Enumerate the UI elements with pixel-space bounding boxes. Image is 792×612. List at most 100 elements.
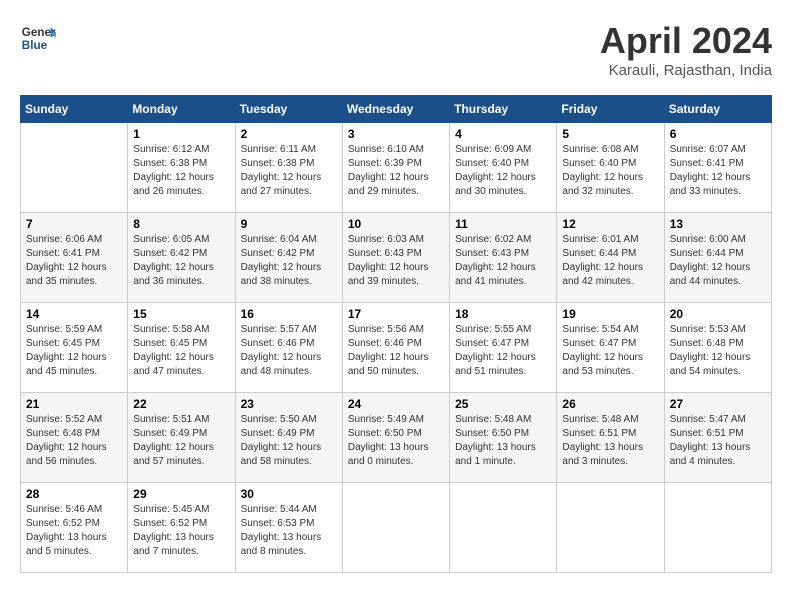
calendar-cell: 23Sunrise: 5:50 AMSunset: 6:49 PMDayligh… (235, 393, 342, 483)
calendar-table: SundayMondayTuesdayWednesdayThursdayFrid… (20, 95, 772, 573)
weekday-header-wednesday: Wednesday (342, 96, 449, 123)
calendar-cell: 29 Sunrise: 5:45 AMSunset: 6:52 PMDayligh… (128, 483, 235, 573)
day-info: Sunrise: 5:58 AMSunset: 6:45 PMDaylight:… (133, 323, 229, 379)
calendar-cell (342, 483, 449, 573)
logo: General Blue (20, 20, 56, 56)
day-number: 12 (562, 217, 658, 231)
calendar-week-3: 14Sunrise: 5:59 AMSunset: 6:45 PMDayligh… (21, 303, 772, 393)
calendar-cell: 15Sunrise: 5:58 AMSunset: 6:45 PMDayligh… (128, 303, 235, 393)
day-number: 20 (670, 307, 766, 321)
calendar-cell (557, 483, 664, 573)
calendar-cell: 22Sunrise: 5:51 AMSunset: 6:49 PMDayligh… (128, 393, 235, 483)
day-number: 8 (133, 217, 229, 231)
day-info: Sunrise: 6:07 AMSunset: 6:41 PMDaylight:… (670, 143, 766, 199)
day-number: 4 (455, 127, 551, 141)
calendar-cell: 13Sunrise: 6:00 AMSunset: 6:44 PMDayligh… (664, 213, 771, 303)
calendar-cell: 14Sunrise: 5:59 AMSunset: 6:45 PMDayligh… (21, 303, 128, 393)
weekday-header-monday: Monday (128, 96, 235, 123)
title-block: April 2024 Karauli, Rajasthan, India (600, 20, 772, 79)
calendar-cell: 4 Sunrise: 6:09 AMSunset: 6:40 PMDaylight… (450, 123, 557, 213)
calendar-cell: 30 Sunrise: 5:44 AMSunset: 6:53 PMDayligh… (235, 483, 342, 573)
calendar-cell: 2 Sunrise: 6:11 AMSunset: 6:38 PMDaylight… (235, 123, 342, 213)
page-header: General Blue April 2024 Karauli, Rajasth… (20, 20, 772, 79)
day-info: Sunrise: 5:47 AMSunset: 6:51 PMDaylight:… (670, 413, 766, 469)
day-number: 6 (670, 127, 766, 141)
day-info: Sunrise: 6:11 AMSunset: 6:38 PMDaylight:… (241, 143, 337, 199)
day-info: Sunrise: 5:44 AMSunset: 6:53 PMDaylight:… (241, 503, 337, 559)
day-info: Sunrise: 5:54 AMSunset: 6:47 PMDaylight:… (562, 323, 658, 379)
calendar-cell: 25 Sunrise: 5:48 AMSunset: 6:50 PMDayligh… (450, 393, 557, 483)
weekday-header-row: SundayMondayTuesdayWednesdayThursdayFrid… (21, 96, 772, 123)
day-number: 2 (241, 127, 337, 141)
day-number: 22 (133, 397, 229, 411)
day-number: 30 (241, 487, 337, 501)
day-number: 28 (26, 487, 122, 501)
day-info: Sunrise: 5:45 AMSunset: 6:52 PMDaylight:… (133, 503, 229, 559)
calendar-cell: 16Sunrise: 5:57 AMSunset: 6:46 PMDayligh… (235, 303, 342, 393)
day-info: Sunrise: 5:46 AMSunset: 6:52 PMDaylight:… (26, 503, 122, 559)
day-info: Sunrise: 6:06 AMSunset: 6:41 PMDaylight:… (26, 233, 122, 289)
calendar-week-5: 28 Sunrise: 5:46 AMSunset: 6:52 PMDayligh… (21, 483, 772, 573)
day-info: Sunrise: 6:12 AMSunset: 6:38 PMDaylight:… (133, 143, 229, 199)
day-number: 29 (133, 487, 229, 501)
day-number: 25 (455, 397, 551, 411)
day-number: 7 (26, 217, 122, 231)
day-info: Sunrise: 6:08 AMSunset: 6:40 PMDaylight:… (562, 143, 658, 199)
day-info: Sunrise: 5:56 AMSunset: 6:46 PMDaylight:… (348, 323, 444, 379)
calendar-cell (664, 483, 771, 573)
calendar-cell: 28 Sunrise: 5:46 AMSunset: 6:52 PMDayligh… (21, 483, 128, 573)
day-number: 18 (455, 307, 551, 321)
day-info: Sunrise: 6:10 AMSunset: 6:39 PMDaylight:… (348, 143, 444, 199)
calendar-cell: 5 Sunrise: 6:08 AMSunset: 6:40 PMDaylight… (557, 123, 664, 213)
calendar-cell (450, 483, 557, 573)
weekday-header-tuesday: Tuesday (235, 96, 342, 123)
day-info: Sunrise: 5:52 AMSunset: 6:48 PMDaylight:… (26, 413, 122, 469)
day-number: 24 (348, 397, 444, 411)
day-info: Sunrise: 5:48 AMSunset: 6:50 PMDaylight:… (455, 413, 551, 469)
calendar-cell: 10 Sunrise: 6:03 AMSunset: 6:43 PMDayligh… (342, 213, 449, 303)
day-number: 9 (241, 217, 337, 231)
weekday-header-saturday: Saturday (664, 96, 771, 123)
calendar-cell: 19 Sunrise: 5:54 AMSunset: 6:47 PMDayligh… (557, 303, 664, 393)
calendar-cell: 20Sunrise: 5:53 AMSunset: 6:48 PMDayligh… (664, 303, 771, 393)
calendar-cell: 9 Sunrise: 6:04 AMSunset: 6:42 PMDaylight… (235, 213, 342, 303)
calendar-cell: 8Sunrise: 6:05 AMSunset: 6:42 PMDaylight… (128, 213, 235, 303)
calendar-cell: 11 Sunrise: 6:02 AMSunset: 6:43 PMDayligh… (450, 213, 557, 303)
calendar-cell: 1 Sunrise: 6:12 AMSunset: 6:38 PMDaylight… (128, 123, 235, 213)
day-number: 27 (670, 397, 766, 411)
day-number: 19 (562, 307, 658, 321)
logo-icon: General Blue (20, 20, 56, 56)
weekday-header-thursday: Thursday (450, 96, 557, 123)
day-info: Sunrise: 6:02 AMSunset: 6:43 PMDaylight:… (455, 233, 551, 289)
calendar-cell: 26Sunrise: 5:48 AMSunset: 6:51 PMDayligh… (557, 393, 664, 483)
calendar-week-4: 21 Sunrise: 5:52 AMSunset: 6:48 PMDayligh… (21, 393, 772, 483)
calendar-cell: 12Sunrise: 6:01 AMSunset: 6:44 PMDayligh… (557, 213, 664, 303)
calendar-week-1: 1 Sunrise: 6:12 AMSunset: 6:38 PMDaylight… (21, 123, 772, 213)
calendar-cell: 27 Sunrise: 5:47 AMSunset: 6:51 PMDayligh… (664, 393, 771, 483)
calendar-week-2: 7 Sunrise: 6:06 AMSunset: 6:41 PMDaylight… (21, 213, 772, 303)
location-subtitle: Karauli, Rajasthan, India (600, 62, 772, 79)
day-number: 21 (26, 397, 122, 411)
day-number: 11 (455, 217, 551, 231)
day-info: Sunrise: 5:57 AMSunset: 6:46 PMDaylight:… (241, 323, 337, 379)
day-number: 26 (562, 397, 658, 411)
calendar-cell: 18 Sunrise: 5:55 AMSunset: 6:47 PMDayligh… (450, 303, 557, 393)
day-number: 1 (133, 127, 229, 141)
calendar-cell: 24 Sunrise: 5:49 AMSunset: 6:50 PMDayligh… (342, 393, 449, 483)
day-info: Sunrise: 6:03 AMSunset: 6:43 PMDaylight:… (348, 233, 444, 289)
day-info: Sunrise: 5:49 AMSunset: 6:50 PMDaylight:… (348, 413, 444, 469)
day-info: Sunrise: 5:59 AMSunset: 6:45 PMDaylight:… (26, 323, 122, 379)
calendar-cell: 21 Sunrise: 5:52 AMSunset: 6:48 PMDayligh… (21, 393, 128, 483)
day-number: 3 (348, 127, 444, 141)
month-title: April 2024 (600, 20, 772, 62)
calendar-cell: 3 Sunrise: 6:10 AMSunset: 6:39 PMDaylight… (342, 123, 449, 213)
day-info: Sunrise: 5:55 AMSunset: 6:47 PMDaylight:… (455, 323, 551, 379)
day-number: 10 (348, 217, 444, 231)
calendar-cell: 7 Sunrise: 6:06 AMSunset: 6:41 PMDaylight… (21, 213, 128, 303)
day-info: Sunrise: 6:00 AMSunset: 6:44 PMDaylight:… (670, 233, 766, 289)
day-info: Sunrise: 6:04 AMSunset: 6:42 PMDaylight:… (241, 233, 337, 289)
day-info: Sunrise: 5:50 AMSunset: 6:49 PMDaylight:… (241, 413, 337, 469)
day-info: Sunrise: 6:09 AMSunset: 6:40 PMDaylight:… (455, 143, 551, 199)
day-number: 5 (562, 127, 658, 141)
svg-text:Blue: Blue (22, 39, 48, 52)
